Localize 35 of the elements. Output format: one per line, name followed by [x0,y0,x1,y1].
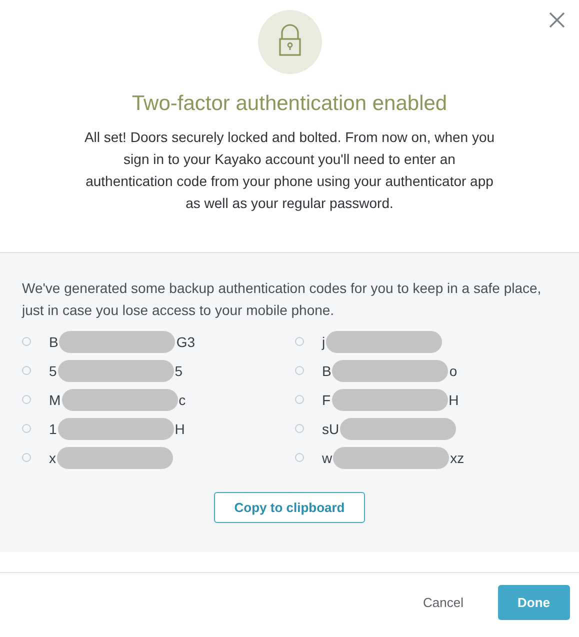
bullet-icon [295,395,304,404]
code-text: B [49,334,58,350]
bullet-icon [295,424,304,433]
code-text: j [322,334,326,350]
bullet-icon [22,424,31,433]
copy-button[interactable]: Copy to clipboard [214,492,365,523]
close-icon[interactable] [549,12,565,28]
bullet-icon [22,453,31,462]
code-text: H [174,420,185,436]
bullet-icon [22,337,31,346]
code-text: 5 [49,362,57,378]
code-text: F [322,392,331,408]
message-text: All set! Doors securely locked and bolted. From now on, when you sign in to your Kayako account you'll need to enter an authentication code from your phone using your authenticator app as well as your regular password. [83,128,496,213]
code-text: o [449,362,458,378]
lock-icon [258,10,322,74]
code-text: M [49,392,61,408]
done-button[interactable]: Done [498,584,570,620]
backup-intro-text: We've generated some backup authentication codes for you to keep in a safe place, just in case you lose access to your mobile phone. [22,279,542,320]
code-text: 5 [174,362,183,378]
code-text: H [448,392,459,408]
code-text: G3 [176,334,196,350]
bullet-icon [295,337,304,346]
code-text: 1 [49,420,57,436]
bullet-icon [22,366,31,375]
code-text: c [178,392,186,408]
bullet-icon [22,395,31,404]
code-text: w [322,450,332,466]
code-text: xz [450,450,464,466]
code-text: x [49,450,56,466]
bullet-icon [295,366,304,375]
bullet-icon [295,453,304,462]
cancel-button[interactable]: Cancel [405,584,482,620]
code-text: sU [322,420,340,436]
code-text: B [322,362,332,378]
dialog-title: Two-factor authentication enabled [132,92,448,116]
